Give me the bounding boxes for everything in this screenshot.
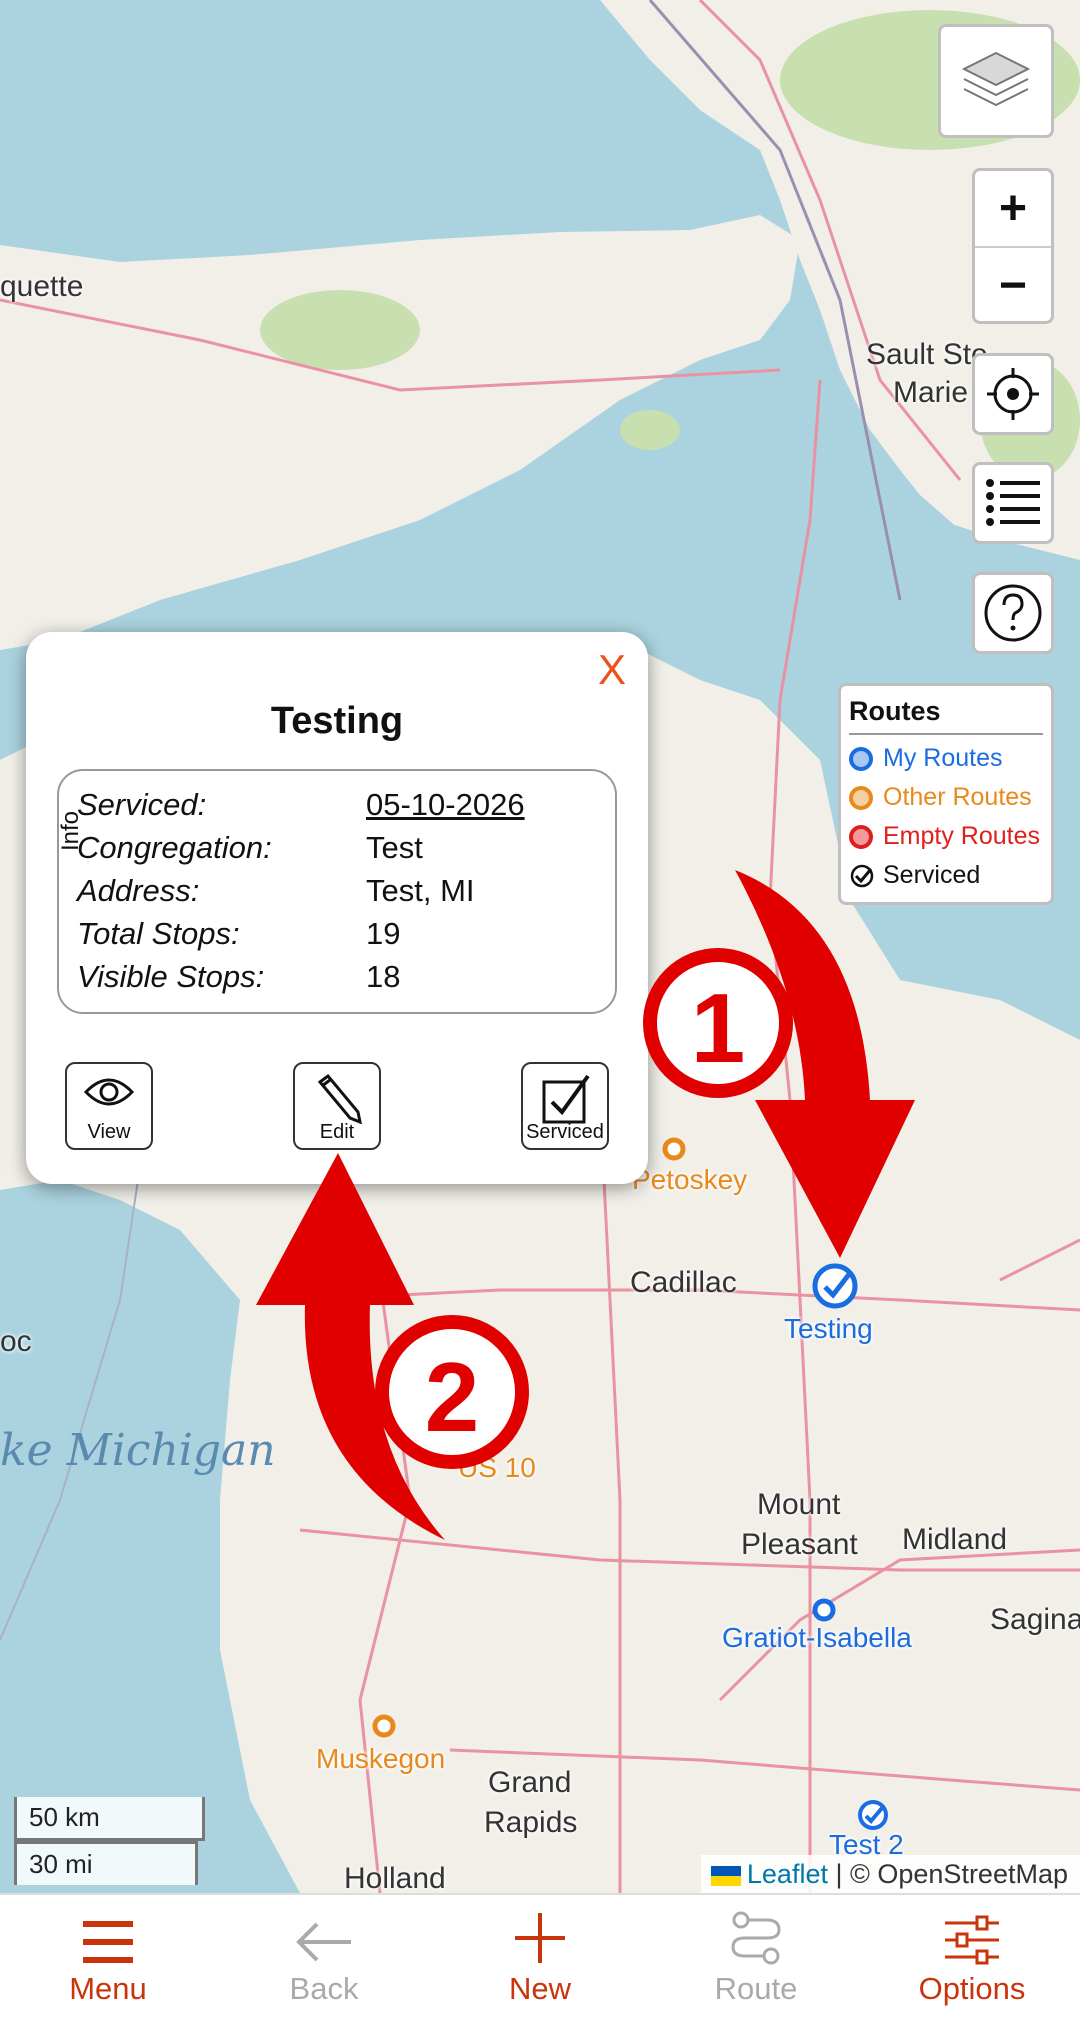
zoom-control: + − [972,168,1054,324]
popup-close-button[interactable]: X [598,646,626,694]
routes-legend: Routes My Routes Other Routes Empty Rout… [838,683,1054,905]
place-label: Midland [902,1523,1008,1556]
layers-button[interactable] [938,24,1054,138]
serviced-button[interactable]: Serviced [521,1062,609,1150]
lake-michigan-label: ke Michigan [0,1425,276,1476]
route-icon [731,1911,781,1965]
legend-item-label: Serviced [883,861,981,889]
menu-button[interactable]: Menu [0,1895,216,2017]
menu-icon [83,1921,133,1963]
view-button[interactable]: View [65,1062,153,1150]
plus-icon [515,1913,565,1963]
field-value: 19 [366,916,401,951]
legend-item-empty-routes: Empty Routes [849,817,1043,856]
list-button[interactable] [972,462,1054,544]
edit-button[interactable]: Edit [293,1062,381,1150]
zoom-in-button[interactable]: + [975,171,1051,246]
edit-button-label: Edit [319,1121,355,1143]
orange-dot-icon [849,785,873,810]
scale-bar: 50 km 30 mi [14,1797,205,1885]
gratiot-marker-icon[interactable] [811,1597,837,1623]
blue-dot-icon [849,746,873,771]
options-button[interactable]: Options [864,1895,1080,2017]
muskegon-marker-icon[interactable] [371,1713,397,1739]
checkbox-icon [542,1074,590,1124]
legend-item-label: Other Routes [883,783,1032,811]
red-dot-icon [849,824,873,849]
legend-title: Routes [849,696,1043,735]
eye-icon [83,1078,135,1106]
place-label: Sagina [990,1603,1080,1636]
place-label: Grand [488,1766,572,1799]
step-2-number: 2 [424,1342,480,1452]
field-key: Total Stops: [77,916,240,951]
test2-marker-icon[interactable] [856,1798,890,1832]
info-box: Info Serviced: 05-10-2026 Congregation: … [57,769,617,1014]
options-label: Options [918,1971,1026,2006]
legend-item-my-routes: My Routes [849,739,1043,778]
petoskey-marker-icon[interactable] [661,1136,687,1162]
check-circle-icon [850,864,874,887]
step-1-number: 1 [690,973,746,1083]
gratiot-marker-label[interactable]: Gratiot-Isabella [722,1622,912,1654]
list-icon [986,479,1040,526]
place-label: Pleasant [741,1528,858,1561]
legend-item-label: Empty Routes [883,822,1041,850]
place-label: Marie [893,376,969,409]
route-label: Route [714,1971,798,2006]
map-attribution: Leaflet | © OpenStreetMap [700,1855,1080,1893]
place-label: Cadillac [630,1266,737,1299]
bottom-toolbar: Menu Back New Route Options [0,1893,1080,2017]
field-key: Congregation: [77,830,272,865]
menu-label: Menu [69,1971,147,2006]
place-label: Sault Ste [866,338,988,371]
us10-marker-label[interactable]: US 10 [458,1452,536,1484]
testing-marker-icon[interactable] [810,1261,860,1311]
legend-item-other-routes: Other Routes [849,778,1043,817]
route-popup: X Testing Info Serviced: 05-10-2026 Cong… [26,632,648,1184]
leaflet-link[interactable]: Leaflet [747,1859,828,1889]
ukraine-flag-icon [710,1865,741,1886]
serviced-date-link[interactable]: 05-10-2026 [366,787,525,823]
help-button[interactable] [972,572,1054,654]
testing-marker-label[interactable]: Testing [784,1313,873,1345]
view-button-label: View [87,1121,131,1143]
field-key: Visible Stops: [77,959,265,994]
layers-icon [961,51,1031,107]
field-value: 18 [366,959,401,994]
legend-item-label: My Routes [883,744,1003,772]
attribution-text: | © OpenStreetMap [827,1859,1068,1889]
field-key: Address: [77,873,200,908]
place-label: oc [0,1325,32,1358]
crosshair-icon [987,368,1039,420]
back-arrow-icon [296,1922,351,1962]
serviced-button-label: Serviced [526,1121,604,1143]
popup-title: Testing [270,700,404,742]
back-button[interactable]: Back [216,1895,432,2017]
place-label: quette [0,270,84,303]
pencil-icon [317,1073,362,1124]
muskegon-marker-label[interactable]: Muskegon [316,1743,445,1775]
new-label: New [508,1971,571,2006]
field-value: Test [366,830,423,865]
route-button[interactable]: Route [648,1895,864,2017]
legend-item-serviced: Serviced [849,856,1043,895]
help-icon [984,584,1042,642]
place-label: Rapids [484,1806,578,1839]
field-key: Serviced: [77,787,207,822]
sliders-icon [945,1915,999,1965]
locate-button[interactable] [972,353,1054,435]
petoskey-marker-label[interactable]: Petoskey [632,1164,747,1196]
zoom-out-button[interactable]: − [975,246,1051,321]
field-value: Test, MI [366,873,475,908]
scale-km: 50 km [14,1797,205,1841]
place-label: Holland [344,1862,446,1894]
back-label: Back [289,1971,359,2006]
scale-mi: 30 mi [14,1841,198,1885]
new-button[interactable]: New [432,1895,648,2017]
place-label: Mount [757,1488,841,1521]
